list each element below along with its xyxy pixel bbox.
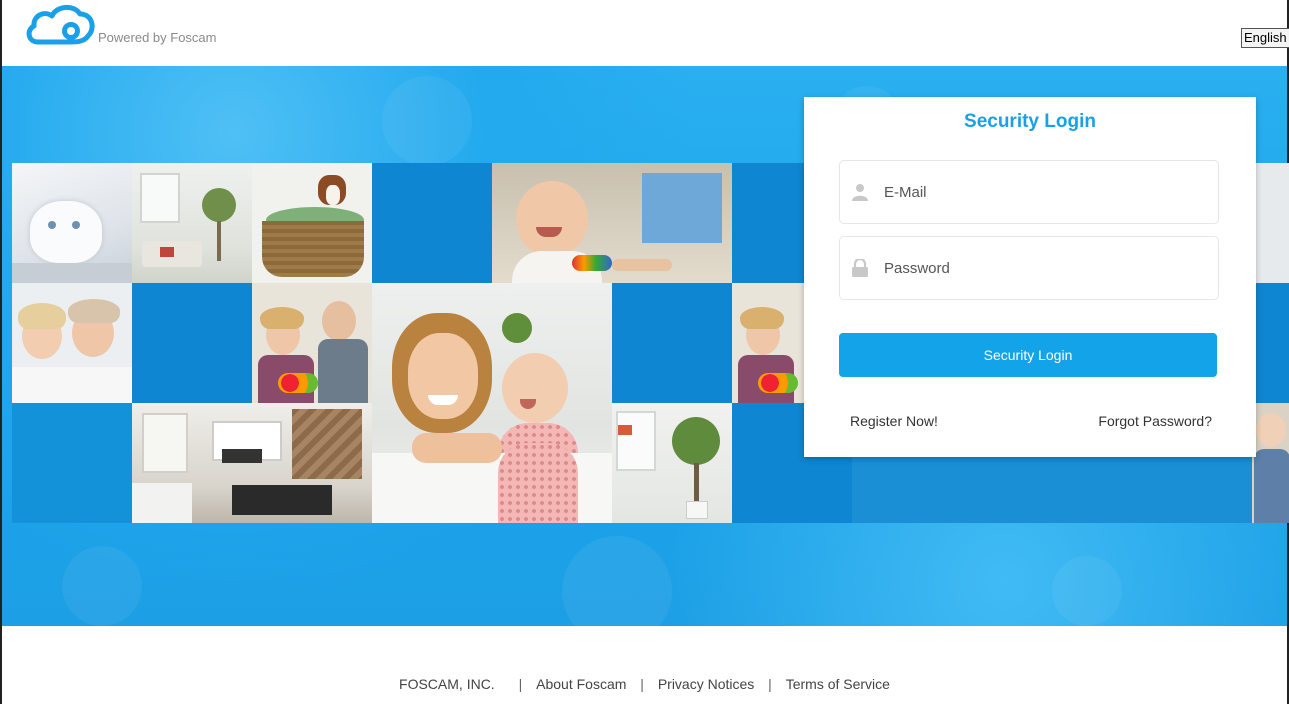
powered-by-text: Powered by Foscam (98, 30, 217, 45)
grandmother-girl-photo (12, 283, 132, 403)
terms-of-service-link[interactable]: Terms of Service (786, 676, 890, 692)
banner-bubble (382, 76, 472, 166)
login-card: Security Login Security Login Register N… (804, 97, 1256, 457)
room-edge-photo (1252, 163, 1289, 283)
password-field[interactable] (839, 236, 1219, 300)
baby-photo (492, 163, 732, 283)
footer-separator: | (768, 676, 772, 692)
cloud-icon[interactable] (24, 4, 96, 46)
email-input[interactable] (884, 161, 1204, 223)
banner-bubble (62, 546, 142, 626)
footer-separator: | (518, 676, 523, 692)
header: Powered by Foscam English (2, 0, 1289, 66)
room-plant-photo (612, 403, 732, 523)
about-foscam-link[interactable]: About Foscam (536, 676, 626, 692)
living-room-photo (132, 163, 252, 283)
user-icon (852, 184, 868, 201)
banner-bubble (562, 536, 672, 646)
blue-tile (12, 403, 132, 523)
dog-basket-photo (252, 163, 372, 283)
interior-photo (132, 403, 372, 523)
login-title: Security Login (964, 111, 1096, 132)
footer-separator: | (640, 676, 644, 692)
blue-tile (372, 163, 492, 283)
language-select[interactable]: English (1241, 28, 1289, 48)
mother-baby-photo (372, 283, 612, 523)
forgot-password-link[interactable]: Forgot Password? (1098, 413, 1212, 429)
email-field[interactable] (839, 160, 1219, 224)
page: Powered by Foscam English Security Login… (0, 0, 1289, 704)
register-link[interactable]: Register Now! (850, 413, 938, 429)
footer: FOSCAM, INC. | About Foscam | Privacy No… (2, 676, 1287, 692)
password-input[interactable] (884, 237, 1204, 299)
banner-bubble (1052, 556, 1122, 626)
blue-tile (1252, 283, 1289, 403)
elderly-edge-photo (1252, 403, 1289, 523)
blue-tile (132, 283, 252, 403)
blue-tile (612, 283, 732, 403)
security-login-button[interactable]: Security Login (839, 333, 1217, 377)
elderly-couple-photo (252, 283, 372, 403)
privacy-notices-link[interactable]: Privacy Notices (658, 676, 754, 692)
company-name: FOSCAM, INC. (399, 676, 495, 692)
kitten-photo (12, 163, 132, 283)
lock-icon (852, 259, 868, 277)
